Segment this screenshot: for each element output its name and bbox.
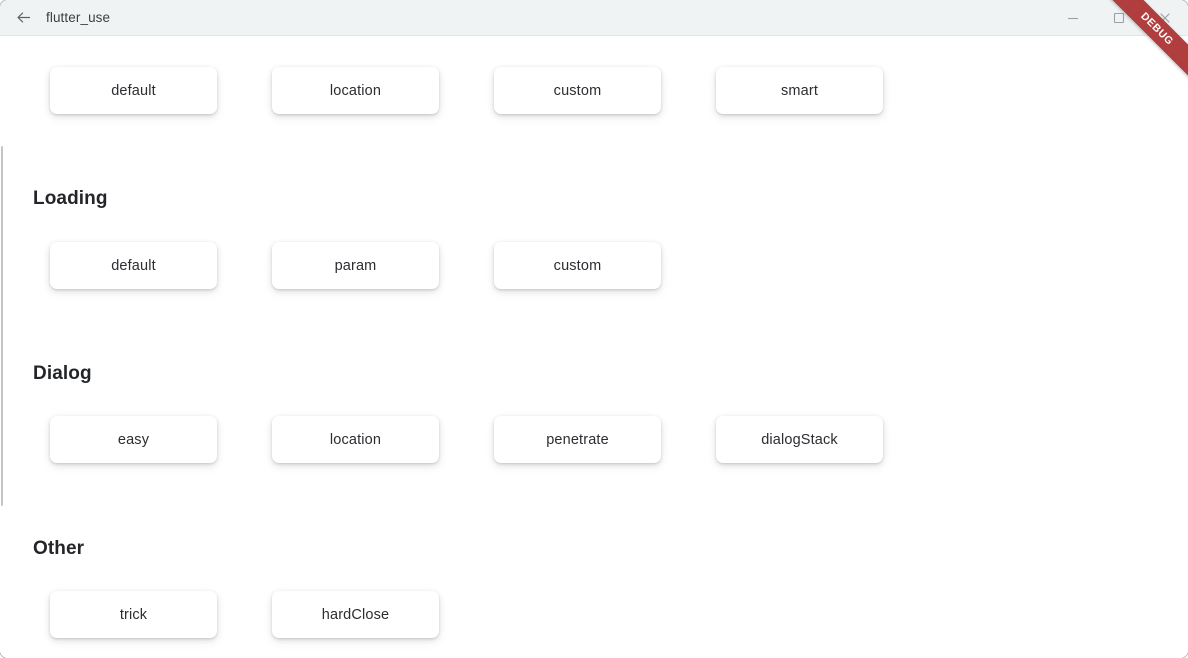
button-row-dialog: easy location penetrate dialogStack <box>50 416 883 464</box>
other-hardclose-button[interactable]: hardClose <box>272 591 439 638</box>
back-button[interactable] <box>0 0 46 36</box>
scrollable-list[interactable]: default location custom smart Loading de… <box>0 36 1188 658</box>
loading-default-button[interactable]: default <box>50 242 217 289</box>
section-heading-dialog: Dialog <box>33 363 92 384</box>
button-row-other: trick hardClose <box>50 591 439 639</box>
loading-custom-button[interactable]: custom <box>494 242 661 289</box>
window-controls <box>1050 0 1188 36</box>
window-titlebar: flutter_use <box>0 0 1188 36</box>
minimize-icon <box>1065 10 1081 26</box>
dialog-penetrate-button[interactable]: penetrate <box>494 416 661 463</box>
window-close-button[interactable] <box>1142 0 1188 36</box>
arrow-left-icon <box>14 8 33 27</box>
window-title: flutter_use <box>46 9 111 25</box>
maximize-icon <box>1111 10 1127 26</box>
desktop-backdrop: flutter_use default location custom smar… <box>0 0 1188 658</box>
other-trick-button[interactable]: trick <box>50 591 217 638</box>
toast-custom-button[interactable]: custom <box>494 67 661 114</box>
app-window: flutter_use default location custom smar… <box>0 0 1188 658</box>
loading-param-button[interactable]: param <box>272 242 439 289</box>
window-minimize-button[interactable] <box>1050 0 1096 36</box>
button-row-toast: default location custom smart <box>50 67 883 115</box>
button-row-loading: default param custom <box>50 242 661 290</box>
toast-smart-button[interactable]: smart <box>716 67 883 114</box>
window-maximize-button[interactable] <box>1096 0 1142 36</box>
section-heading-other: Other <box>33 538 85 559</box>
dialog-location-button[interactable]: location <box>272 416 439 463</box>
dialog-easy-button[interactable]: easy <box>50 416 217 463</box>
scrollbar-thumb[interactable] <box>1 146 3 506</box>
toast-location-button[interactable]: location <box>272 67 439 114</box>
close-icon <box>1157 10 1173 26</box>
section-heading-loading: Loading <box>33 188 108 209</box>
page-content: default location custom smart Loading de… <box>0 36 1188 658</box>
vertical-scrollbar[interactable] <box>0 36 4 658</box>
dialog-dialogstack-button[interactable]: dialogStack <box>716 416 883 463</box>
toast-default-button[interactable]: default <box>50 67 217 114</box>
